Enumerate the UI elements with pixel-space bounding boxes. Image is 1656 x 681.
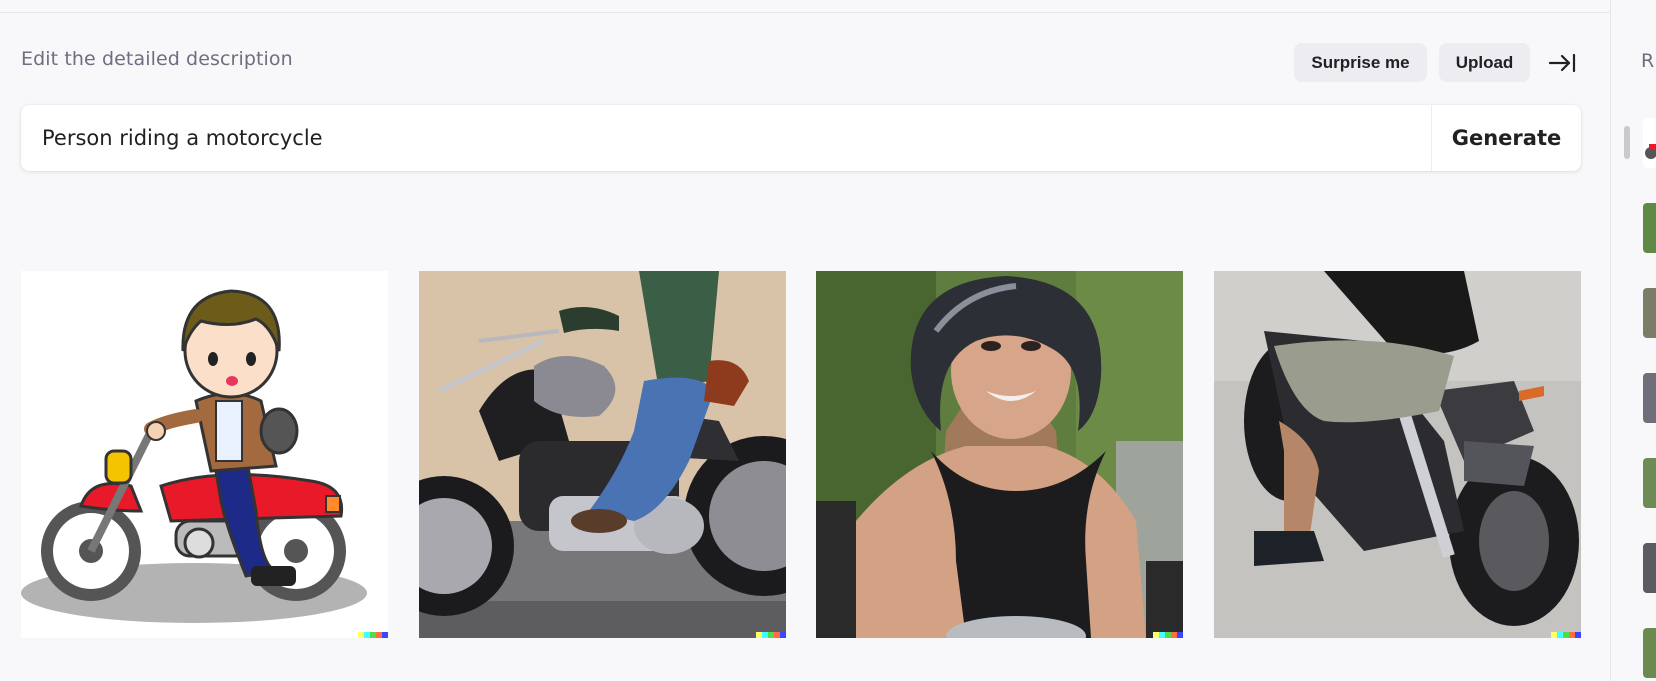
upload-button[interactable]: Upload — [1439, 43, 1530, 82]
sidebar-scrollbar[interactable] — [1624, 126, 1630, 159]
history-thumb-2[interactable] — [1643, 203, 1656, 253]
cruiser-rider-image — [419, 271, 786, 638]
history-thumb-4[interactable] — [1643, 373, 1656, 423]
result-image-2[interactable] — [419, 271, 786, 638]
history-thumb-3[interactable] — [1643, 288, 1656, 338]
helmet-woman-image — [816, 271, 1183, 638]
surprise-me-button[interactable]: Surprise me — [1294, 43, 1427, 82]
edit-description-label: Edit the detailed description — [21, 48, 293, 70]
history-thumb-1[interactable] — [1643, 118, 1656, 168]
main-panel: Edit the detailed description Surprise m… — [0, 0, 1610, 681]
history-heading: R — [1641, 50, 1655, 72]
collapse-sidebar-button[interactable] — [1546, 48, 1578, 78]
history-thumb-7[interactable] — [1643, 628, 1656, 678]
arrow-right-to-line-icon — [1548, 53, 1576, 73]
image-signature — [756, 632, 786, 638]
history-thumb-5[interactable] — [1643, 458, 1656, 508]
image-signature — [358, 632, 388, 638]
generate-button[interactable]: Generate — [1432, 105, 1581, 171]
result-image-1[interactable] — [21, 271, 388, 638]
cartoon-rider-image — [21, 289, 367, 623]
history-thumb-6[interactable] — [1643, 543, 1656, 593]
image-signature — [1551, 632, 1581, 638]
prompt-card: Generate — [21, 105, 1581, 171]
rear-motorcycle-image — [1214, 271, 1581, 638]
image-signature — [1153, 632, 1183, 638]
result-image-4[interactable] — [1214, 271, 1581, 638]
prompt-input[interactable] — [21, 105, 1431, 171]
history-sidebar: R — [1610, 0, 1656, 681]
result-image-3[interactable] — [816, 271, 1183, 638]
